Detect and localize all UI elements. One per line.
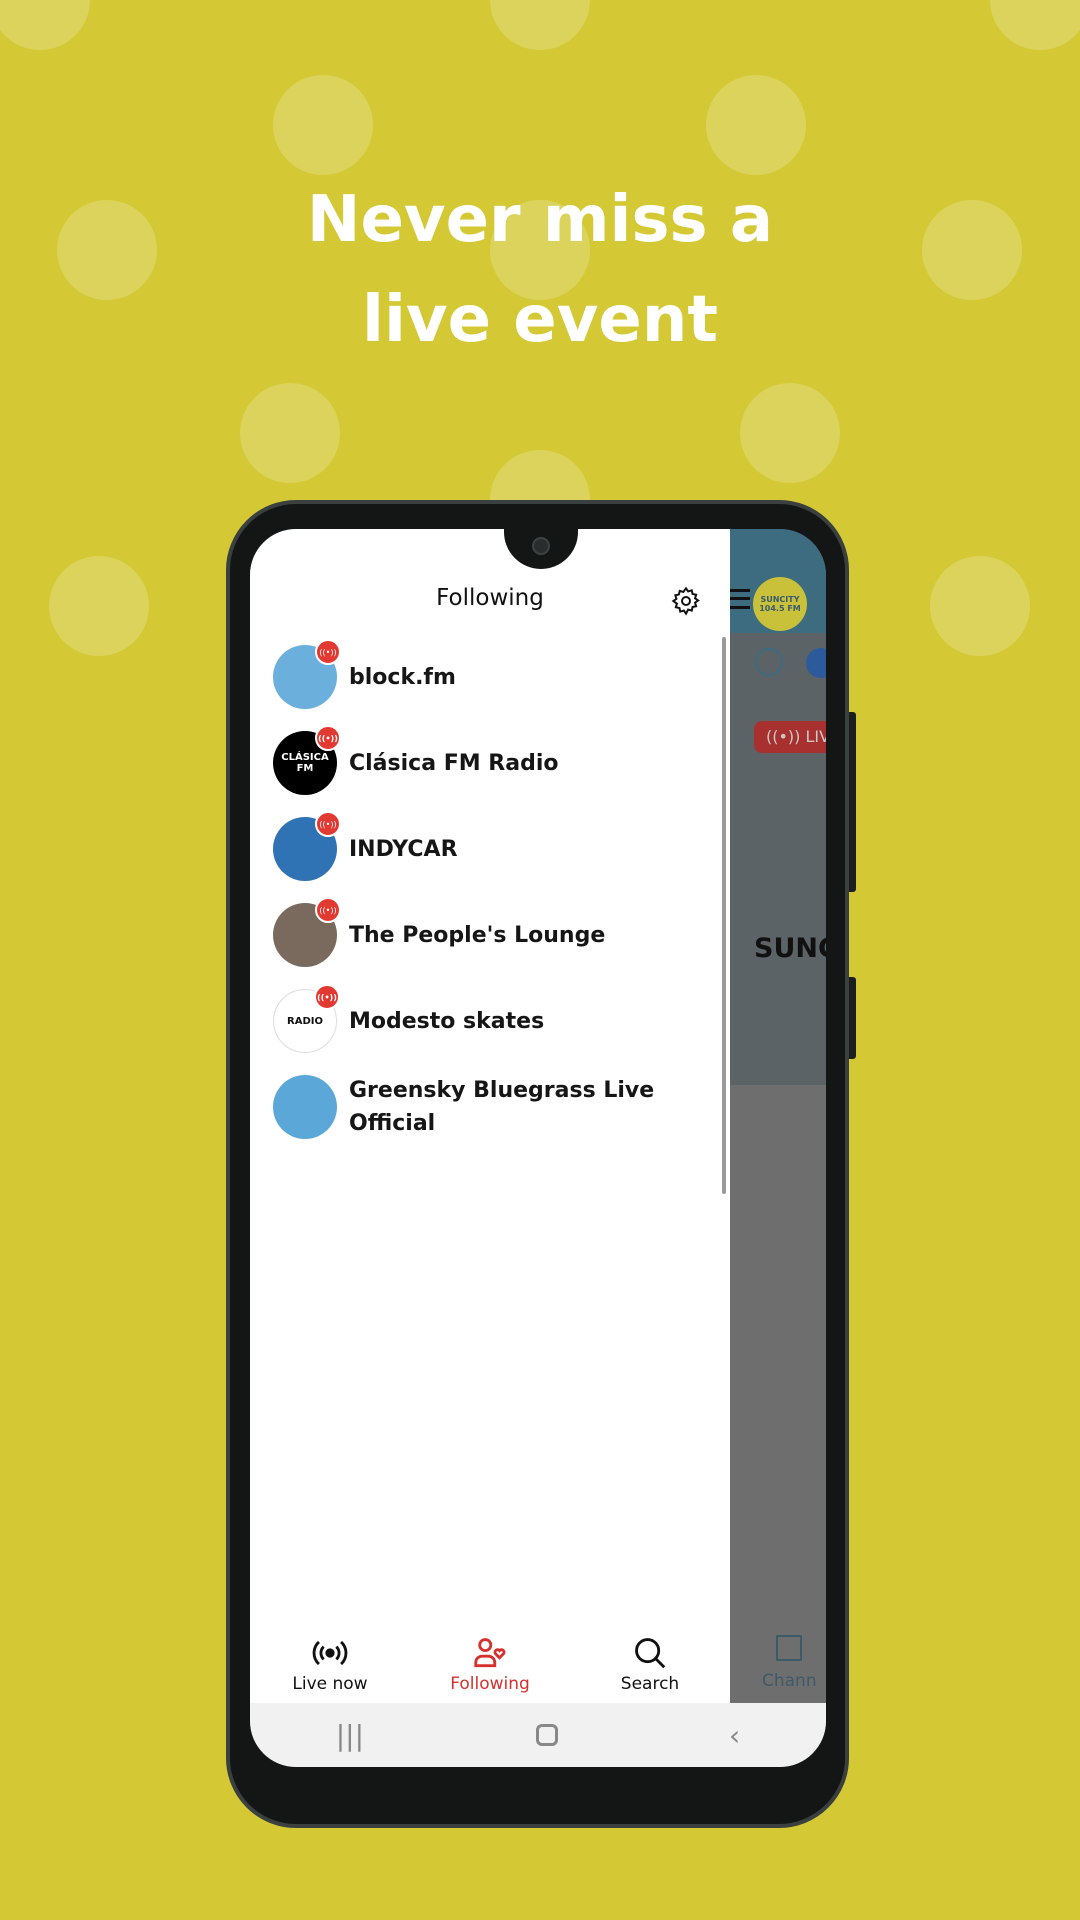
home-icon <box>776 1635 802 1661</box>
avatar <box>273 1075 337 1139</box>
bg-dot <box>49 556 149 656</box>
bg-dot <box>740 383 840 483</box>
list-item[interactable]: ((•)) The People's Lounge <box>273 892 713 978</box>
list-item[interactable]: Greensky Bluegrass Live Official <box>273 1064 713 1150</box>
volume-button <box>849 712 856 892</box>
system-nav-bar: ||| ‹ <box>250 1703 826 1767</box>
tab-search[interactable]: Search <box>570 1624 730 1703</box>
power-button <box>849 977 856 1059</box>
list-item[interactable]: CLÁSICA FM ((•)) Clásica FM Radio <box>273 720 713 806</box>
live-indicator-icon: ((•)) <box>315 641 341 665</box>
avatar: ((•)) <box>273 811 341 881</box>
avatar: ((•)) <box>273 641 341 709</box>
tab-channel: Chann <box>762 1631 817 1691</box>
tab-live-now[interactable]: Live now <box>250 1624 410 1703</box>
globe-icon <box>755 648 783 676</box>
live-indicator-icon: ((•)) <box>314 984 340 1010</box>
list-item-name: Greensky Bluegrass Live Official <box>349 1078 655 1136</box>
menu-icon <box>728 589 750 609</box>
bg-dot <box>240 383 340 483</box>
live-indicator-icon: ((•)) <box>315 811 341 837</box>
drawer-title: Following <box>436 585 544 611</box>
list-item-name: The People's Lounge <box>349 922 606 948</box>
station-title: SUNC <box>754 933 826 964</box>
avatar: CLÁSICA FM ((•)) <box>273 725 341 795</box>
headline: Never miss a live event <box>0 170 1080 370</box>
bg-dot <box>273 75 373 175</box>
tab-following[interactable]: Following <box>410 1624 570 1703</box>
live-badge: ((•)) LIV <box>754 721 826 753</box>
list-item[interactable]: ((•)) block.fm <box>273 641 713 720</box>
avatar: RADIO ((•)) <box>273 984 340 1053</box>
bg-dot <box>990 0 1080 50</box>
headline-line: Never miss a <box>306 183 774 257</box>
user-heart-icon <box>474 1637 506 1667</box>
gear-icon[interactable] <box>670 585 702 617</box>
list-item-name: block.fm <box>349 664 456 690</box>
headline-line: live event <box>362 283 718 357</box>
live-indicator-icon: ((•)) <box>315 725 341 751</box>
live-label: LIV <box>805 727 827 746</box>
broadcast-icon <box>312 1640 348 1665</box>
station-logo: SUNCITY 104.5 FM <box>753 577 807 631</box>
bg-dot <box>930 556 1030 656</box>
back-icon[interactable]: ‹ <box>729 1719 740 1752</box>
following-drawer: Following ((•)) block.fm CLÁSICA FM ((•)) Cl… <box>250 529 730 1703</box>
tab-label: Live now <box>292 1673 368 1694</box>
tab-label: Chann <box>762 1671 817 1691</box>
list-item-name: Clásica FM Radio <box>349 750 559 776</box>
recents-icon[interactable]: ||| <box>336 1719 364 1752</box>
bottom-nav: Live now Following Search <box>250 1624 730 1703</box>
live-indicator-icon: ((•)) <box>315 897 341 923</box>
tab-label: Following <box>450 1673 530 1694</box>
search-icon <box>635 1637 666 1668</box>
bg-dot <box>0 0 90 50</box>
camera-icon <box>532 537 550 555</box>
home-button-icon[interactable] <box>535 1724 558 1746</box>
list-item[interactable]: RADIO ((•)) Modesto skates <box>273 978 713 1064</box>
bg-dot <box>706 75 806 175</box>
list-item[interactable]: BILLY STRINGSBilly-Streams <box>273 1150 713 1154</box>
list-item-name: Modesto skates <box>349 1008 545 1034</box>
tab-label: Search <box>620 1673 680 1694</box>
phone-screen: SUNCITY 104.5 FM ((•)) LIV SUNC Chann Fo… <box>250 529 826 1767</box>
avatar: ((•)) <box>273 897 341 967</box>
list-item[interactable]: ((•)) INDYCAR <box>273 806 713 892</box>
following-list: ((•)) block.fm CLÁSICA FM ((•)) Clásica FM R… <box>250 641 730 1154</box>
bg-dot <box>490 0 590 50</box>
facebook-icon <box>806 648 826 678</box>
list-item-name: INDYCAR <box>349 836 458 862</box>
